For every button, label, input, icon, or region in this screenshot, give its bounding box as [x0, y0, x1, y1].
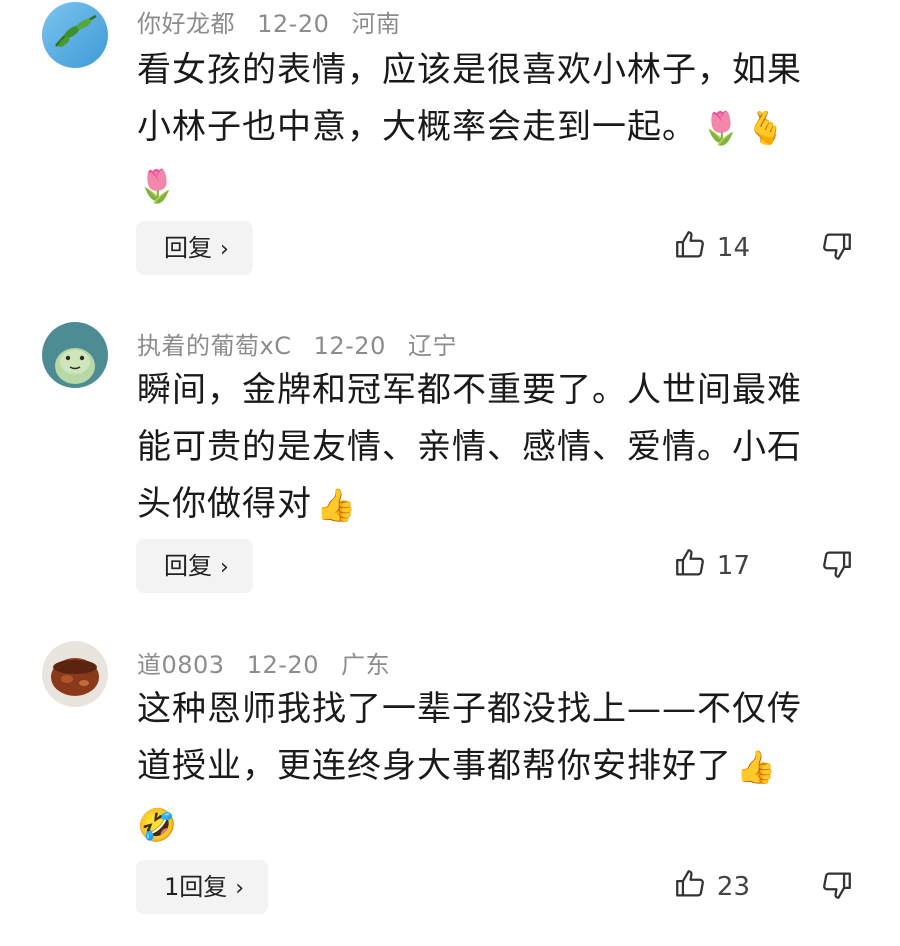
avatar[interactable] — [42, 2, 108, 68]
comment-text: 这种恩师我找了一辈子都没找上——不仅传 道授业，更连终身大事都帮你安排好了 👍 🤣 — [137, 681, 857, 854]
thumbs-up-icon — [673, 228, 707, 269]
like-button[interactable]: 23 — [673, 860, 750, 914]
comment-meta: 道0803 12-20 广东 — [137, 645, 404, 680]
comment-text: 瞬间，金牌和冠军都不重要了。人世间最难 能可贵的是友情、亲情、感情、爱情。小石 … — [137, 362, 857, 534]
thumbs-down-icon — [820, 547, 854, 585]
like-button[interactable]: 14 — [673, 221, 750, 275]
thumbs-up-emoji-icon: 👍 — [736, 748, 777, 786]
comment-location: 广东 — [341, 651, 391, 679]
reply-button[interactable]: 1回复 › — [136, 860, 269, 914]
comment-line: 道授业，更连终身大事都帮你安排好了 👍 — [137, 738, 857, 796]
chevron-right-icon: › — [220, 555, 229, 580]
comment-line: 头你做得对 👍 — [137, 476, 857, 534]
avatar[interactable] — [42, 322, 108, 388]
comment-line-text: 小林子也中意，大概率会走到一起。 — [137, 107, 697, 147]
username[interactable]: 执着的葡萄xC — [137, 332, 291, 360]
reply-button[interactable]: 回复 › — [136, 221, 253, 275]
dislike-button[interactable] — [820, 539, 854, 593]
comment-date: 12-20 — [313, 332, 386, 360]
tulip-emoji-icon: 🌷 — [701, 109, 742, 147]
like-count: 23 — [716, 872, 750, 902]
username[interactable]: 你好龙都 — [137, 10, 235, 38]
comment-line: 🤣 — [137, 796, 857, 854]
finger-heart-emoji-icon: 🫰 — [745, 109, 787, 147]
rolling-laughing-emoji-icon: 🤣 — [137, 806, 178, 844]
like-button[interactable]: 17 — [673, 539, 750, 593]
comment-line-text: 道授业，更连终身大事都帮你安排好了 — [137, 746, 732, 786]
comment-location: 辽宁 — [408, 332, 457, 360]
chevron-right-icon: › — [235, 876, 245, 901]
comment-line: 🌷 — [137, 157, 857, 215]
thumbs-up-icon — [673, 867, 707, 908]
comment-line: 瞬间，金牌和冠军都不重要了。人世间最难 — [137, 370, 802, 410]
comment-line: 看女孩的表情，应该是很喜欢小林子，如果 — [137, 50, 802, 90]
chevron-right-icon: › — [220, 237, 229, 262]
comment-date: 12-20 — [246, 651, 319, 679]
thumbs-down-icon — [820, 229, 854, 267]
comment-date: 12-20 — [257, 10, 330, 38]
thumbs-up-icon — [673, 546, 707, 587]
comment-line: 这种恩师我找了一辈子都没找上——不仅传 — [137, 689, 802, 729]
comment-line-text: 头你做得对 — [137, 484, 312, 524]
reply-label: 回复 — [164, 552, 212, 580]
username[interactable]: 道0803 — [137, 651, 225, 679]
tulip-emoji-icon: 🌷 — [137, 167, 178, 205]
comment-meta: 你好龙都 12-20 河南 — [137, 4, 415, 39]
avatar[interactable] — [42, 641, 108, 707]
comment-location: 河南 — [351, 10, 401, 38]
reply-button[interactable]: 回复 › — [136, 539, 253, 593]
like-count: 14 — [716, 233, 750, 263]
comment-meta: 执着的葡萄xC 12-20 辽宁 — [137, 326, 471, 361]
comment-line: 小林子也中意，大概率会走到一起。 🌷 🫰 — [137, 99, 857, 157]
comment-line: 能可贵的是友情、亲情、感情、爱情。小石 — [137, 427, 802, 467]
dislike-button[interactable] — [820, 860, 854, 914]
dislike-button[interactable] — [820, 221, 854, 275]
like-count: 17 — [716, 551, 750, 581]
comment-text: 看女孩的表情，应该是很喜欢小林子，如果 小林子也中意，大概率会走到一起。 🌷 🫰 🌷 — [137, 42, 857, 215]
thumbs-up-emoji-icon: 👍 — [316, 486, 357, 524]
reply-label: 回复 — [164, 234, 212, 262]
thumbs-down-icon — [820, 868, 854, 906]
reply-label: 1回复 — [164, 873, 228, 901]
